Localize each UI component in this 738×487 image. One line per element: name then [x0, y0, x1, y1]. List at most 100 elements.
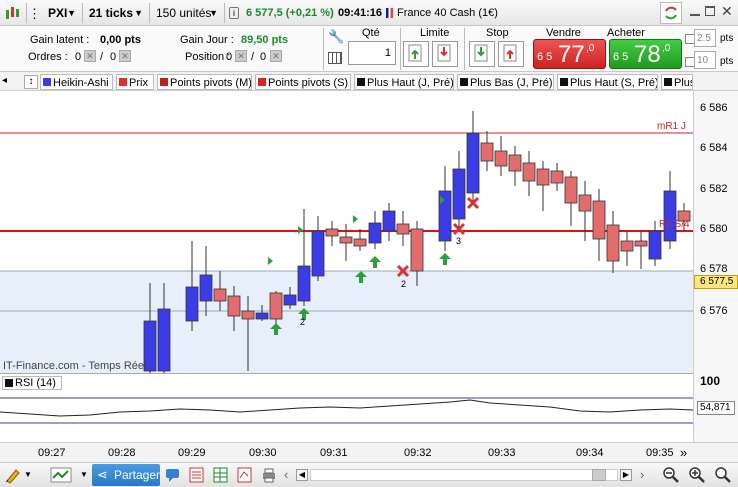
- price-chart[interactable]: IT-Finance.com - Temps Réel mR1 J R1 S/4…: [0, 91, 693, 373]
- last-price-value: 6 577,5: [700, 276, 734, 287]
- limit-sell-icon: [437, 44, 451, 62]
- indicator-label: Plus Haut (J, Pré): [367, 77, 454, 89]
- limit-offset-value: 2.5: [697, 33, 711, 44]
- zoom-fit-icon[interactable]: [714, 466, 732, 484]
- share-button[interactable]: ⋖ Partager: [92, 464, 160, 486]
- scroll-left-button[interactable]: ◀: [296, 469, 308, 481]
- stop-buy-button[interactable]: [469, 41, 495, 67]
- cancel-orders-icon[interactable]: ✕: [84, 50, 96, 62]
- acheter-label: Acheter: [607, 27, 645, 39]
- limite-label: Limite: [420, 27, 450, 39]
- refresh-icon[interactable]: [660, 2, 682, 24]
- indicator-tag-plus[interactable]: Plus: [661, 74, 693, 90]
- units-dropdown[interactable]: 150 unités ▼: [152, 3, 222, 23]
- scroll-left-icon[interactable]: ◂: [2, 75, 7, 86]
- indicator-label: Plus Haut (S, Pré): [570, 77, 658, 89]
- chevron-down-icon[interactable]: ▼: [80, 470, 88, 479]
- l-unit: pts: [720, 33, 734, 44]
- indicator-tag-pivots-m[interactable]: Points pivots (M): [157, 74, 252, 90]
- limit-sell-button[interactable]: [432, 41, 458, 67]
- order-panel: Gain latent : 0,00 pts Gain Jour : 89,50…: [0, 26, 738, 72]
- draw-pencil-icon[interactable]: [4, 466, 22, 484]
- indicator-label: Heikin-Ashi: [53, 77, 109, 89]
- y-tick: 6 584: [700, 142, 728, 154]
- indicator-tag-pivots-s[interactable]: Points pivots (S): [255, 74, 351, 90]
- wrench-icon[interactable]: 🔧: [328, 29, 344, 45]
- indicator-tag-heikin-ashi[interactable]: Heikin-Ashi: [40, 74, 113, 90]
- limit-buy-button[interactable]: [403, 41, 429, 67]
- close-position-b-icon[interactable]: ✕: [270, 50, 282, 62]
- color-swatch: [258, 78, 266, 86]
- flag-icon: [386, 8, 393, 18]
- bull-candle: [648, 230, 662, 260]
- gain-latent-value: 0,00 pts: [100, 34, 141, 46]
- chart-type-icon[interactable]: [4, 4, 22, 22]
- indicator-tag-prix[interactable]: Prix: [116, 74, 154, 90]
- bear-candle: [522, 162, 536, 182]
- indicator-tag-plus-bas-j[interactable]: Plus Bas (J, Pré): [457, 74, 554, 90]
- x-tick: 09:27: [38, 447, 66, 459]
- rsi-panel[interactable]: RSI (14): [0, 373, 693, 442]
- period-label: 21 ticks: [89, 6, 134, 20]
- comment-icon[interactable]: [164, 466, 182, 484]
- scroll-right-button[interactable]: ▶: [620, 469, 632, 481]
- chart-indicator-icon[interactable]: [50, 466, 74, 484]
- bull-candle: [368, 222, 382, 244]
- r1-label: R1 S/4: [659, 219, 690, 230]
- y-tick: 6 576: [700, 305, 728, 317]
- scrollbar-track[interactable]: [310, 469, 618, 481]
- x-tick: 09:34: [576, 447, 604, 459]
- bear-candle: [550, 170, 564, 184]
- close-icon[interactable]: ✕: [721, 3, 733, 20]
- stop-sell-button[interactable]: [498, 41, 524, 67]
- watermark: IT-Finance.com - Temps Réel: [3, 360, 147, 372]
- y-tick: 6 578: [700, 263, 728, 275]
- zoom-in-icon[interactable]: [688, 466, 706, 484]
- info-icon[interactable]: i: [229, 7, 239, 19]
- print-icon[interactable]: [260, 466, 278, 484]
- price-axis[interactable]: 6 586 6 584 6 582 6 580 6 578 6 576 6 57…: [693, 91, 738, 442]
- minimize-icon[interactable]: [690, 6, 700, 16]
- buy-button[interactable]: 6 5 78 ,0: [609, 39, 682, 69]
- cancel-orders-b-icon[interactable]: ✕: [119, 50, 131, 62]
- scroll-right-icon[interactable]: ›: [640, 467, 644, 482]
- y-tick: 6 582: [700, 183, 728, 195]
- qty-value: 1: [384, 47, 391, 59]
- buy-price-suffix: ,0: [662, 43, 671, 54]
- period-dropdown[interactable]: 21 ticks ▼: [85, 3, 147, 23]
- alert-icon[interactable]: [236, 466, 254, 484]
- bear-candle: [606, 224, 620, 262]
- gain-latent-label: Gain latent :: [30, 34, 90, 46]
- bear-candle: [269, 292, 283, 320]
- add-indicator-icon[interactable]: ↕: [24, 75, 38, 89]
- close-position-icon[interactable]: ✕: [235, 50, 247, 62]
- color-swatch: [460, 78, 468, 86]
- stop-offset-input[interactable]: 10: [694, 51, 716, 69]
- indicator-tag-plus-haut-j[interactable]: Plus Haut (J, Pré): [354, 74, 454, 90]
- keypad-icon[interactable]: [328, 52, 342, 64]
- bear-candle: [227, 295, 241, 317]
- indicator-tag-plus-haut-s[interactable]: Plus Haut (S, Pré): [557, 74, 658, 90]
- scroll-left-icon[interactable]: ‹: [284, 467, 288, 482]
- time-axis[interactable]: 09:27 09:28 09:29 09:30 09:31 09:32 09:3…: [0, 442, 738, 462]
- scroll-end-icon[interactable]: »: [680, 445, 687, 460]
- bull-candle: [452, 168, 466, 220]
- chevron-down-icon[interactable]: ▼: [24, 470, 32, 479]
- link-icon[interactable]: ⋮: [28, 6, 41, 22]
- ordres-label: Ordres :: [28, 51, 68, 63]
- sell-button[interactable]: 6 5 77 ,0: [533, 39, 606, 69]
- y-tick: 6 586: [700, 102, 728, 114]
- spreadsheet-icon[interactable]: [212, 466, 230, 484]
- qty-input[interactable]: 1: [348, 41, 396, 65]
- limit-offset-input[interactable]: 2.5: [694, 29, 716, 47]
- instrument-dropdown[interactable]: PXI ▼: [44, 3, 80, 23]
- x-tick: 09:30: [249, 447, 277, 459]
- color-swatch: [664, 78, 672, 86]
- trend-marker-icon: [353, 215, 358, 223]
- list-icon[interactable]: [188, 466, 206, 484]
- maximize-icon[interactable]: [705, 6, 715, 16]
- color-swatch: [560, 78, 568, 86]
- scrollbar-thumb[interactable]: [592, 469, 606, 481]
- zoom-out-icon[interactable]: [662, 466, 680, 484]
- instrument-label: PXI: [48, 6, 68, 20]
